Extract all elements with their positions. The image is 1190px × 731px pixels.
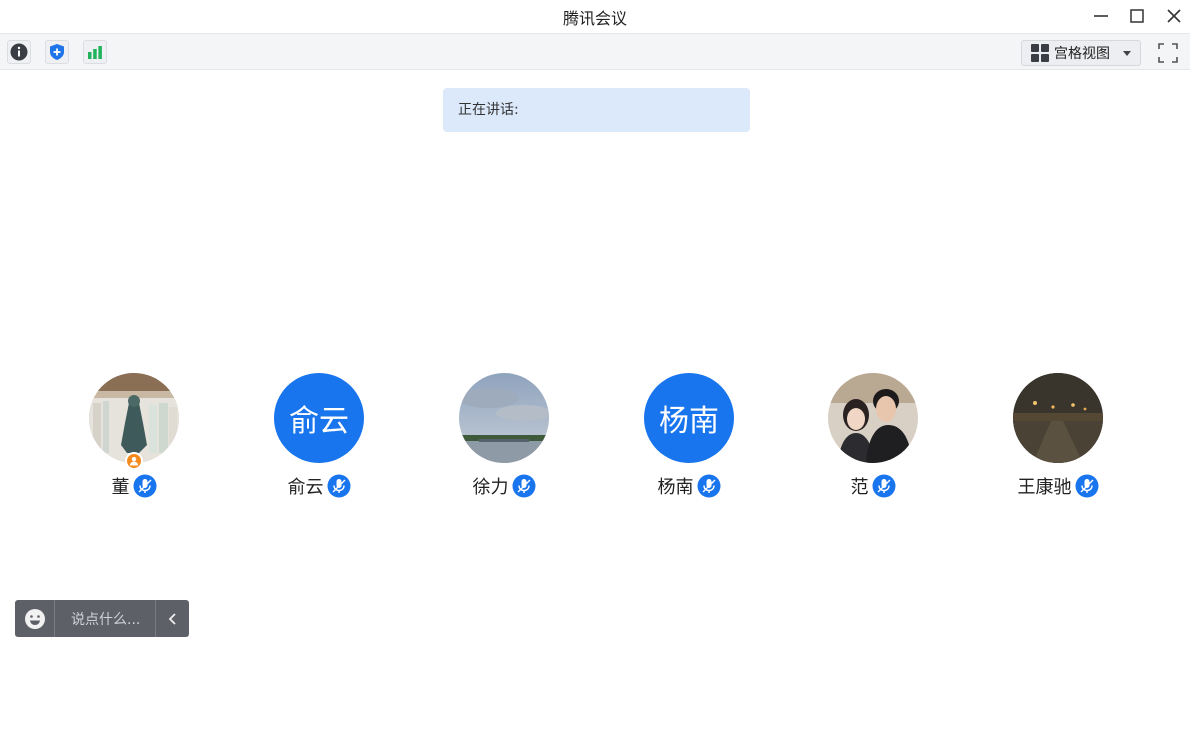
participant-tile[interactable]: 杨南 杨南 xyxy=(599,373,779,503)
network-status-button[interactable] xyxy=(83,40,107,64)
title-bar: 腾讯会议 xyxy=(0,0,1190,33)
close-icon xyxy=(1167,9,1181,23)
avatar xyxy=(828,373,918,463)
participant-name: 王康驰 xyxy=(1017,477,1072,498)
shield-icon xyxy=(50,44,64,60)
maximize-icon xyxy=(1130,9,1144,23)
participant-name-row: 俞云 xyxy=(229,473,409,499)
participant-name-row: 王康驰 xyxy=(968,473,1148,499)
microphone-icon[interactable] xyxy=(697,474,721,498)
participant-tile[interactable]: 范 xyxy=(783,373,963,503)
avatar xyxy=(89,373,179,463)
window-title: 腾讯会议 xyxy=(562,9,627,28)
chat-input-bar: 说点什么... xyxy=(15,600,189,637)
avatar: 杨南 xyxy=(644,373,734,463)
avatar: 俞云 xyxy=(274,373,364,463)
participant-name-row: 董 xyxy=(44,473,224,499)
info-icon xyxy=(10,43,28,61)
participant-name-row: 徐力 xyxy=(414,473,594,499)
collapse-chat-button[interactable] xyxy=(155,600,189,637)
participant-tile[interactable]: 徐力 xyxy=(414,373,594,503)
participant-tile[interactable]: 王康驰 xyxy=(968,373,1148,503)
participant-name-row: 范 xyxy=(783,473,963,499)
microphone-icon[interactable] xyxy=(327,474,351,498)
participant-name: 董 xyxy=(111,477,130,498)
close-button[interactable] xyxy=(1159,3,1189,29)
avatar xyxy=(459,373,549,463)
minimize-icon xyxy=(1094,15,1108,17)
participant-name: 徐力 xyxy=(472,477,509,498)
smiley-icon xyxy=(24,608,45,629)
view-mode-select[interactable]: 宫格视图 xyxy=(1021,40,1141,66)
microphone-icon[interactable] xyxy=(872,474,896,498)
grid-view-icon xyxy=(1031,44,1049,62)
speaking-label: 正在讲话: xyxy=(458,102,519,118)
chevron-left-icon xyxy=(168,612,176,625)
participant-tile[interactable]: 董 xyxy=(44,373,224,503)
signal-bars-icon xyxy=(88,46,102,59)
security-button[interactable] xyxy=(45,40,69,64)
avatar xyxy=(1013,373,1103,463)
chevron-down-icon xyxy=(1123,51,1131,56)
fullscreen-button[interactable] xyxy=(1155,40,1181,66)
participant-name-row: 杨南 xyxy=(599,473,779,499)
chat-input[interactable]: 说点什么... xyxy=(55,609,155,629)
maximize-button[interactable] xyxy=(1122,3,1152,29)
microphone-icon[interactable] xyxy=(1075,474,1099,498)
participant-name: 杨南 xyxy=(657,477,694,498)
host-badge xyxy=(125,452,143,470)
microphone-icon[interactable] xyxy=(133,474,157,498)
meeting-info-button[interactable] xyxy=(7,40,31,64)
host-person-icon xyxy=(129,457,139,466)
participant-tile[interactable]: 俞云 俞云 xyxy=(229,373,409,503)
minimize-button[interactable] xyxy=(1086,3,1116,29)
meeting-toolbar: 宫格视图 xyxy=(0,33,1190,70)
speaking-banner: 正在讲话: xyxy=(443,88,750,132)
fullscreen-icon xyxy=(1158,43,1178,63)
participant-name: 俞云 xyxy=(287,477,324,498)
microphone-icon[interactable] xyxy=(512,474,536,498)
view-mode-label: 宫格视图 xyxy=(1054,46,1110,62)
emoji-button[interactable] xyxy=(15,600,55,637)
participant-name: 范 xyxy=(850,477,869,498)
